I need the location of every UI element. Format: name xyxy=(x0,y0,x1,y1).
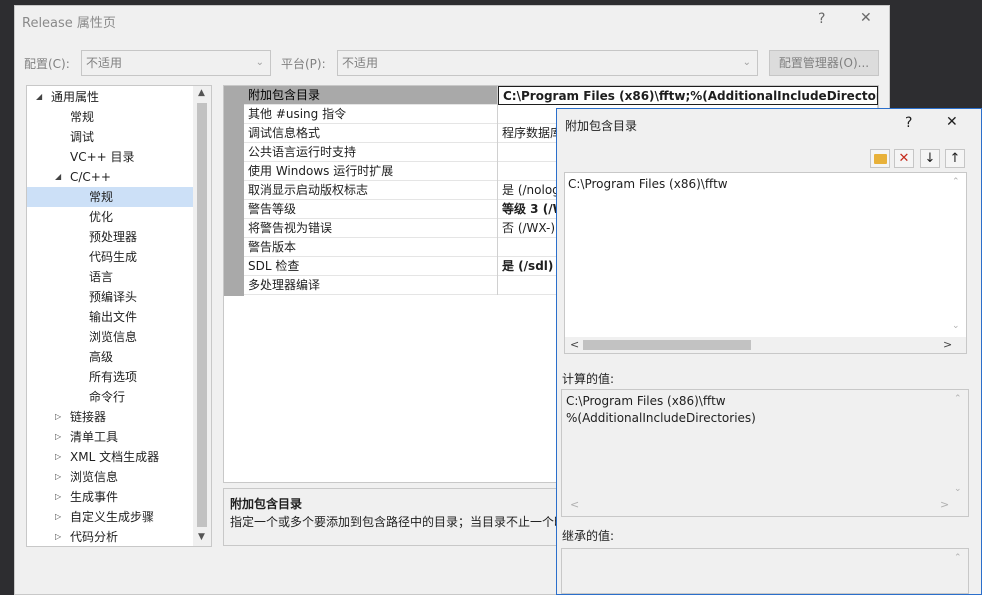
scroll-up-icon[interactable]: ⌃ xyxy=(952,177,960,187)
config-value: 不适用 xyxy=(86,56,123,70)
scroll-down-icon[interactable]: ⌄ xyxy=(952,321,960,331)
tree-node-codegen[interactable]: 代码生成 xyxy=(27,247,193,267)
tree-node-manifest[interactable]: ▷ 清单工具 xyxy=(27,427,193,447)
property-name: 将警告视为错误 xyxy=(244,219,498,238)
computed-line: C:\Program Files (x86)\fftw xyxy=(566,394,726,408)
grid-row-gutter xyxy=(224,86,244,296)
collapsed-arrow-icon: ▷ xyxy=(55,452,62,461)
tree-node-custom-build[interactable]: ▷ 自定义生成步骤 xyxy=(27,507,193,527)
property-name: 其他 #using 指令 xyxy=(244,105,498,124)
tree-node-common-props[interactable]: ◢ 通用属性 xyxy=(27,87,193,107)
help-button[interactable]: ? xyxy=(905,115,912,131)
directory-entry[interactable]: C:\Program Files (x86)\fftw xyxy=(568,177,728,191)
scroll-left-icon[interactable]: < xyxy=(570,498,579,511)
tree-node-pch[interactable]: 预编译头 xyxy=(27,287,193,307)
property-name: 警告版本 xyxy=(244,238,498,257)
collapsed-arrow-icon: ▷ xyxy=(55,512,62,521)
tree-node-linker[interactable]: ▷ 链接器 xyxy=(27,407,193,427)
grid-row[interactable]: 附加包含目录 C:\Program Files (x86)\fftw;%(Add… xyxy=(244,86,878,105)
scroll-down-icon[interactable]: ▼ xyxy=(198,532,205,542)
description-title: 附加包含目录 xyxy=(230,497,303,511)
arrow-down-icon: ↓ xyxy=(924,151,936,166)
tree-node-cpp[interactable]: ◢ C/C++ xyxy=(27,167,193,187)
delete-line-button[interactable]: ✕ xyxy=(894,149,914,168)
new-line-button[interactable] xyxy=(870,149,890,168)
scroll-thumb[interactable] xyxy=(583,340,751,350)
computed-line: %(AdditionalIncludeDirectories) xyxy=(566,411,756,425)
scroll-right-icon[interactable]: > xyxy=(940,498,949,511)
tree-node-command-line[interactable]: 命令行 xyxy=(27,387,193,407)
config-manager-button[interactable]: 配置管理器(O)... xyxy=(769,50,879,76)
tree-node-language[interactable]: 语言 xyxy=(27,267,193,287)
move-down-button[interactable]: ↓ xyxy=(920,149,940,168)
collapsed-arrow-icon: ▷ xyxy=(55,532,62,541)
move-up-button[interactable]: ↑ xyxy=(945,149,965,168)
tree-node-all-options[interactable]: 所有选项 xyxy=(27,367,193,387)
scroll-down-icon[interactable]: ⌄ xyxy=(954,484,962,494)
tree-node-output-files[interactable]: 输出文件 xyxy=(27,307,193,327)
tree-node-cpp-general[interactable]: 常规 xyxy=(27,187,193,207)
tree-node-optimization[interactable]: 优化 xyxy=(27,207,193,227)
inherited-values: ⌃ xyxy=(561,548,969,594)
chevron-down-icon: ⌄ xyxy=(255,57,264,68)
platform-combo[interactable]: 不适用 ⌄ xyxy=(337,50,758,76)
collapsed-arrow-icon: ▷ xyxy=(55,432,62,441)
property-name: 取消显示启动版权标志 xyxy=(244,181,498,200)
dialog-title: 附加包含目录 xyxy=(565,119,638,133)
property-name: SDL 检查 xyxy=(244,257,498,276)
directory-list[interactable]: C:\Program Files (x86)\fftw ⌃ ⌄ < > xyxy=(564,172,967,354)
property-value[interactable]: C:\Program Files (x86)\fftw;%(Additional… xyxy=(498,86,878,105)
property-name: 附加包含目录 xyxy=(244,86,498,105)
tree-node-advanced[interactable]: 高级 xyxy=(27,347,193,367)
horizontal-scrollbar[interactable]: < > xyxy=(565,337,966,353)
tree-node-vc-dirs[interactable]: VC++ 目录 xyxy=(27,147,193,167)
expanded-arrow-icon: ◢ xyxy=(55,172,62,181)
scroll-left-icon[interactable]: < xyxy=(570,338,579,351)
chevron-down-icon: ⌄ xyxy=(742,57,751,68)
new-folder-icon xyxy=(873,154,887,164)
collapsed-arrow-icon: ▷ xyxy=(55,412,62,421)
property-name: 使用 Windows 运行时扩展 xyxy=(244,162,498,181)
config-combo[interactable]: 不适用 ⌄ xyxy=(81,50,271,76)
computed-values: C:\Program Files (x86)\fftw %(Additional… xyxy=(561,389,969,517)
scroll-up-icon[interactable]: ⌃ xyxy=(954,394,962,404)
collapsed-arrow-icon: ▷ xyxy=(55,492,62,501)
close-button[interactable]: ✕ xyxy=(860,10,872,26)
settings-tree: ◢ 通用属性 常规 调试 VC++ 目录 ◢ C/C++ 常规 优化 预处理器 代码… xyxy=(26,85,212,547)
tree-node-xml-doc[interactable]: ▷ XML 文档生成器 xyxy=(27,447,193,467)
tree-node-code-analysis[interactable]: ▷ 代码分析 xyxy=(27,527,193,547)
window-title: Release 属性页 xyxy=(22,16,116,31)
tree-node-general[interactable]: 常规 xyxy=(27,107,193,127)
inherited-label: 继承的值: xyxy=(562,529,615,543)
scroll-thumb[interactable] xyxy=(197,103,207,527)
scroll-up-icon[interactable]: ⌃ xyxy=(954,553,962,563)
property-name: 公共语言运行时支持 xyxy=(244,143,498,162)
arrow-up-icon: ↑ xyxy=(949,151,961,166)
tree-items: ◢ 通用属性 常规 调试 VC++ 目录 ◢ C/C++ 常规 优化 预处理器 代码… xyxy=(27,86,193,546)
tree-node-browse-info-2[interactable]: ▷ 浏览信息 xyxy=(27,467,193,487)
computed-label: 计算的值: xyxy=(562,372,615,386)
tree-node-debugging[interactable]: 调试 xyxy=(27,127,193,147)
tree-scrollbar[interactable]: ▲ ▼ xyxy=(193,86,211,546)
scroll-right-icon[interactable]: > xyxy=(943,338,952,351)
collapsed-arrow-icon: ▷ xyxy=(55,472,62,481)
include-dirs-dialog: 附加包含目录 ? ✕ ✕ ↓ ↑ C:\Program Files (x86)\… xyxy=(556,108,982,595)
tree-node-build-events[interactable]: ▷ 生成事件 xyxy=(27,487,193,507)
property-name: 警告等级 xyxy=(244,200,498,219)
expanded-arrow-icon: ◢ xyxy=(36,92,43,101)
tree-node-preprocessor[interactable]: 预处理器 xyxy=(27,227,193,247)
property-name: 多处理器编译 xyxy=(244,276,498,295)
tree-node-browse-info[interactable]: 浏览信息 xyxy=(27,327,193,347)
platform-value: 不适用 xyxy=(342,56,379,70)
close-button[interactable]: ✕ xyxy=(946,114,958,130)
scroll-up-icon[interactable]: ▲ xyxy=(198,88,205,98)
property-name: 调试信息格式 xyxy=(244,124,498,143)
delete-x-icon: ✕ xyxy=(898,151,910,166)
help-button[interactable]: ? xyxy=(818,11,825,27)
config-label: 配置(C): xyxy=(24,57,70,71)
platform-label: 平台(P): xyxy=(281,57,326,71)
